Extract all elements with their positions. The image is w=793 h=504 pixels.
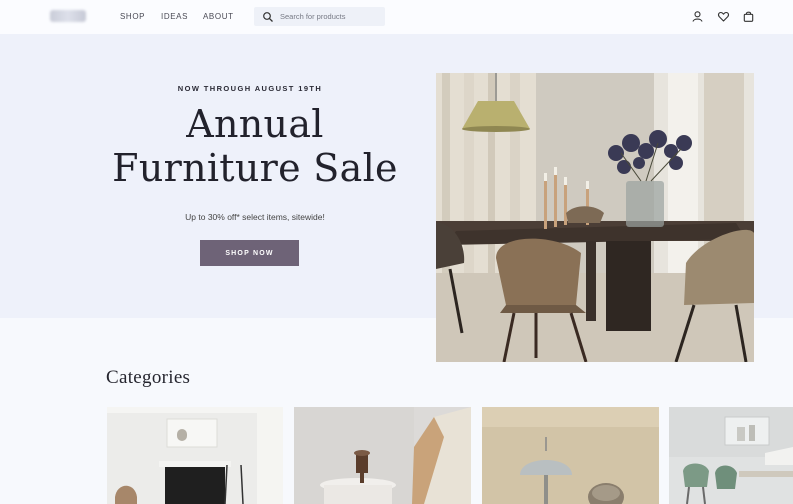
sale-eyebrow: NOW THROUGH AUGUST 19TH [177, 84, 323, 93]
search-icon[interactable] [262, 11, 274, 23]
bag-icon[interactable] [742, 10, 755, 23]
hero-subtext: Up to 30% off* select items, sitewide! [185, 212, 325, 222]
brand-logo[interactable] [50, 10, 86, 22]
hero-headline-line2: Furniture Sale [112, 146, 398, 190]
user-icon[interactable] [691, 10, 704, 23]
category-card-dining[interactable] [669, 407, 793, 504]
shop-now-button[interactable]: SHOP NOW [200, 240, 299, 266]
search-input[interactable] [280, 10, 380, 23]
nav-link-about[interactable]: ABOUT [203, 12, 234, 21]
category-card-accent[interactable] [294, 407, 471, 504]
categories-heading: Categories [106, 367, 191, 388]
hero-dining-room-image[interactable] [436, 73, 754, 362]
category-card-lighting[interactable] [482, 407, 659, 504]
heart-icon[interactable] [717, 10, 730, 23]
nav-link-ideas[interactable]: IDEAS [161, 12, 188, 21]
search-box[interactable] [254, 7, 385, 26]
hero-headline: Annual Furniture Sale [95, 102, 415, 190]
hero-headline-line1: Annual [186, 102, 324, 146]
nav-link-shop[interactable]: SHOP [120, 12, 145, 21]
category-card-living[interactable] [107, 407, 283, 504]
top-nav: SHOP IDEAS ABOUT [0, 0, 793, 34]
